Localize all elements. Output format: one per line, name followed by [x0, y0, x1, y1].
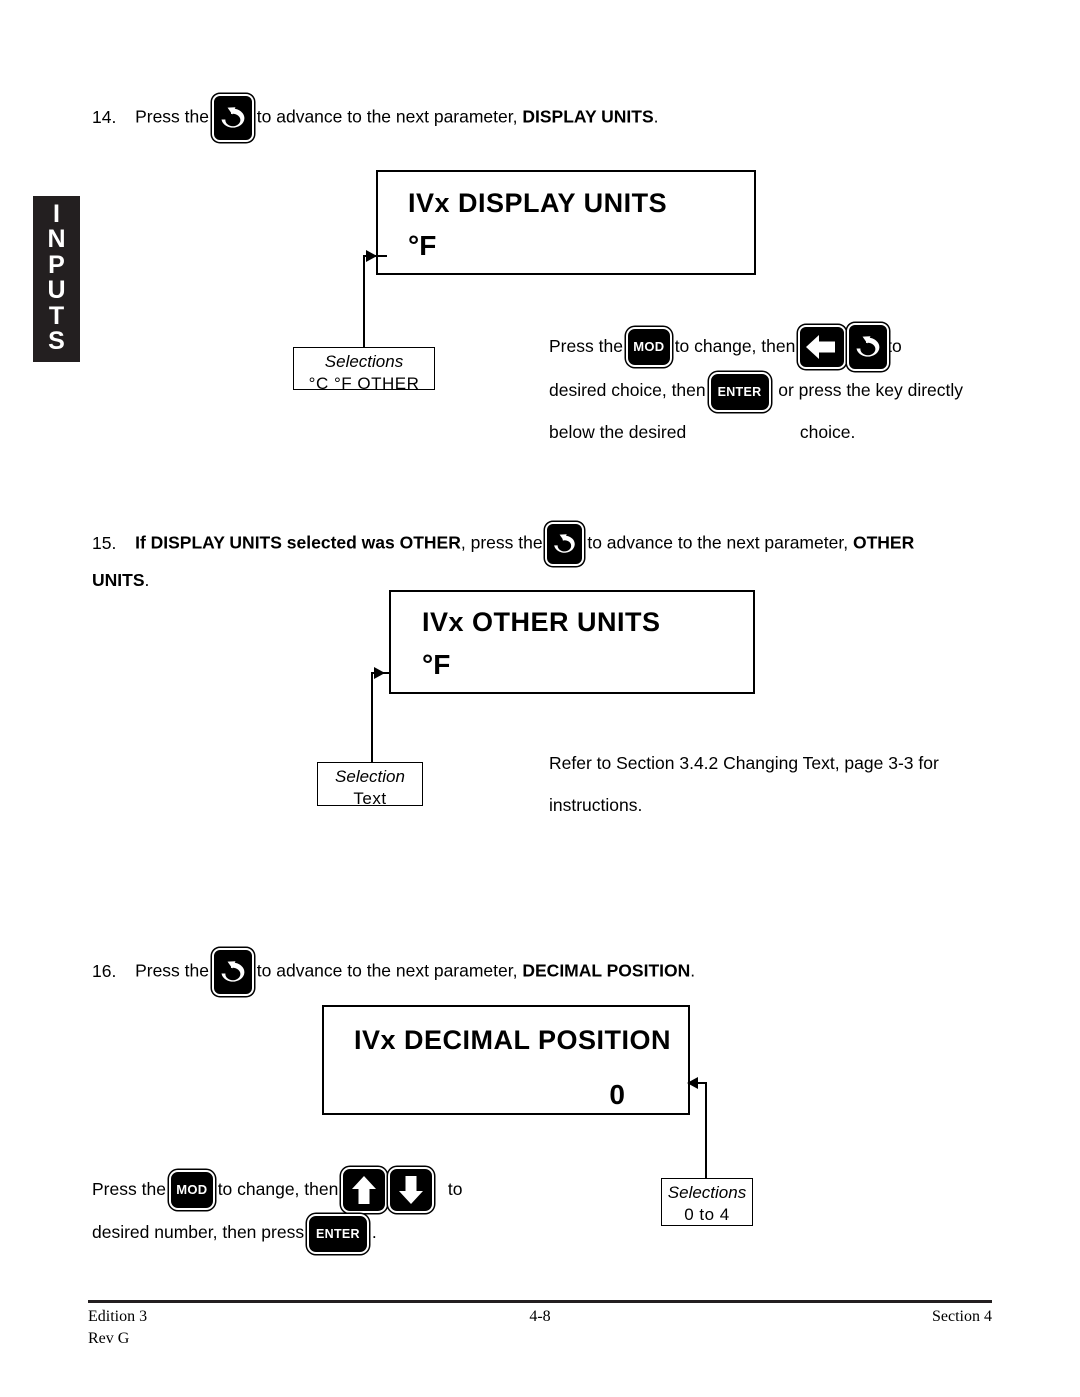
tab-letter: P	[48, 250, 65, 279]
instruction-text: to change, then	[674, 336, 796, 356]
advance-key-icon[interactable]	[213, 950, 252, 994]
up-arrow-key-icon[interactable]	[343, 1169, 386, 1212]
enter-key-label: ENTER	[316, 1226, 360, 1241]
step-16: 16. Press the to advance to the next par…	[92, 950, 695, 994]
step-text: to advance to the next parameter,	[256, 106, 518, 127]
instruction-text: to	[447, 1179, 463, 1199]
step-number: 15.	[92, 532, 117, 553]
callout-display-units-selections: Selections °C °F OTHER	[293, 347, 435, 393]
callout-title: Selections	[324, 352, 404, 371]
section-tab-inputs: I N P U T S	[33, 196, 80, 362]
step-15: 15. If DISPLAY UNITS selected was OTHER,…	[92, 524, 914, 564]
instructions-decimal-position: Press the MOD to change, then to desired…	[92, 1168, 462, 1253]
step-text: Press the	[135, 106, 210, 127]
connector-arrowhead	[366, 250, 377, 262]
footer-section: Section 4	[932, 1308, 992, 1325]
tab-letter: U	[47, 276, 66, 305]
step-text: Press the	[135, 960, 210, 981]
connector-line	[371, 672, 373, 762]
instruction-text: instructions.	[549, 795, 643, 815]
mod-key-icon[interactable]: MOD	[170, 1172, 213, 1209]
lcd-other-units: IVx OTHER UNITS °F	[389, 590, 755, 694]
connector-arrowhead	[374, 667, 385, 679]
tab-letter: T	[48, 301, 65, 330]
instruction-text: , or press the key directly	[768, 380, 964, 401]
step-emphasis: If DISPLAY UNITS selected was OTHER	[135, 532, 461, 553]
lcd-value: 0	[609, 1079, 625, 1110]
lcd-display-units: IVx DISPLAY UNITS °F	[376, 170, 756, 275]
down-arrow-key-icon[interactable]	[390, 1169, 433, 1212]
advance-key-icon[interactable]	[547, 524, 583, 564]
lcd-title: IVx DECIMAL POSITION	[354, 1025, 672, 1055]
instructions-display-units: Press the MOD to change, then to desired…	[549, 325, 963, 453]
step-text: , press the	[460, 532, 543, 553]
tab-letter: I	[53, 200, 60, 228]
instruction-text: Press the	[549, 336, 623, 356]
instruction-text: below the desired	[549, 422, 687, 443]
instruction-text: .	[371, 1222, 377, 1243]
instruction-text: Press the	[92, 1179, 166, 1199]
enter-key-label: ENTER	[717, 384, 762, 399]
step-number: 16.	[92, 960, 117, 981]
instruction-text: choice.	[799, 422, 856, 443]
mod-key-label: MOD	[633, 339, 665, 355]
instruction-text: Refer to Section 3.4.2 Changing Text, pa…	[549, 753, 939, 773]
lcd-title: IVx DISPLAY UNITS	[408, 188, 668, 218]
step-text: to advance to the next parameter,	[587, 532, 849, 553]
enter-key-icon[interactable]: ENTER	[308, 1215, 367, 1252]
footer-page-number: 4-8	[529, 1308, 551, 1325]
instruction-text: to	[887, 336, 902, 356]
lcd-title: IVx OTHER UNITS	[422, 607, 661, 637]
callout-title: Selections	[667, 1183, 747, 1202]
instruction-text: desired choice, then	[549, 380, 706, 401]
step-emphasis: OTHER	[852, 532, 915, 553]
step-emphasis: DECIMAL POSITION	[522, 960, 691, 981]
tab-letter: N	[47, 225, 66, 254]
step-emphasis: DISPLAY UNITS	[522, 106, 654, 127]
step-emphasis: UNITS	[92, 570, 145, 590]
mod-key-icon[interactable]: MOD	[627, 329, 670, 366]
instruction-text: desired number, then press	[92, 1222, 305, 1243]
mod-key-label: MOD	[176, 1182, 208, 1198]
lcd-value: °F	[408, 230, 437, 261]
callout-title: Selection	[335, 767, 405, 786]
step-14: 14. Press the to advance to the next par…	[92, 96, 659, 140]
connector-arrowhead	[687, 1077, 698, 1089]
step-text: to advance to the next parameter,	[256, 960, 518, 981]
connector-line	[705, 1082, 707, 1178]
instruction-text: to change, then	[217, 1179, 339, 1199]
footer-revision: Rev G	[88, 1330, 130, 1347]
callout-body: Text	[353, 789, 387, 808]
advance-key-icon[interactable]	[849, 325, 888, 370]
callout-body: °C °F OTHER	[308, 374, 420, 393]
lcd-value: °F	[422, 649, 451, 680]
callout-decimal-position-selections: Selections 0 to 4	[661, 1178, 753, 1226]
tab-letter: S	[48, 326, 65, 355]
left-arrow-key-icon[interactable]	[800, 327, 845, 368]
step-15-continuation: UNITS.	[92, 565, 149, 595]
step-text-end: .	[653, 106, 659, 127]
manual-page: I N P U T S 14. Press the to advance to …	[0, 0, 1080, 1397]
callout-body: 0 to 4	[684, 1205, 730, 1224]
step-text: .	[144, 570, 150, 590]
enter-key-icon[interactable]: ENTER	[710, 373, 769, 410]
callout-other-units-selection: Selection Text	[317, 762, 423, 808]
step-number: 14.	[92, 106, 117, 127]
lcd-decimal-position: IVx DECIMAL POSITION 0	[322, 1005, 690, 1115]
connector-line	[363, 255, 365, 347]
instructions-other-units: Refer to Section 3.4.2 Changing Text, pa…	[549, 742, 939, 826]
advance-key-icon[interactable]	[213, 96, 252, 140]
step-text-end: .	[690, 960, 696, 981]
footer-divider	[88, 1300, 992, 1303]
